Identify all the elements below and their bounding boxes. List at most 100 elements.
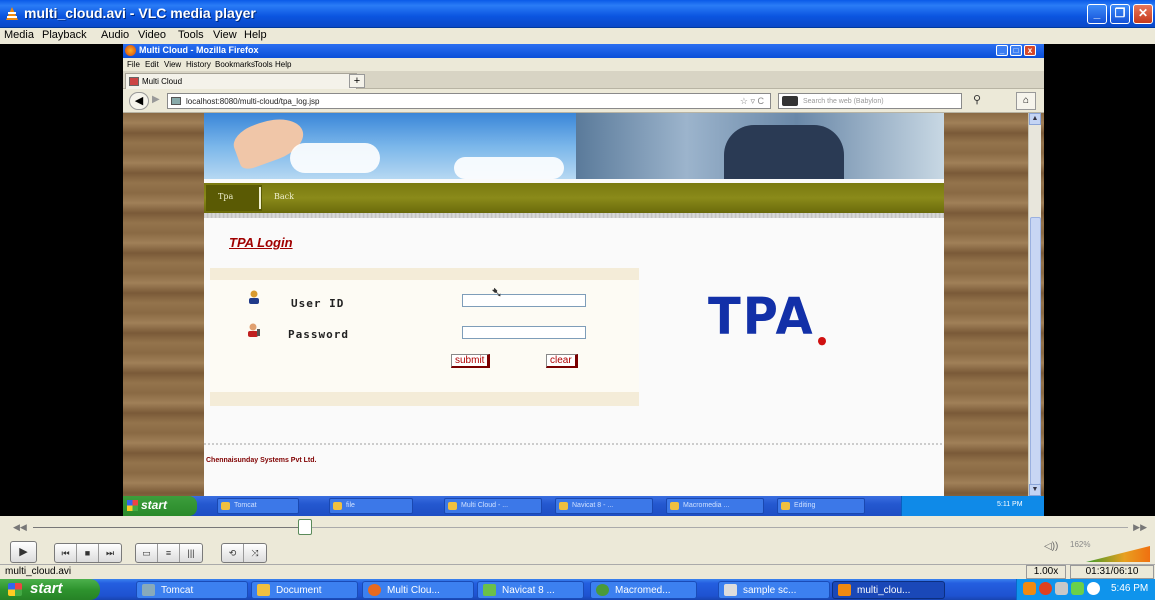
extended-settings-button[interactable]: |||	[180, 544, 202, 562]
firefox-tab: Multi Cloud	[125, 73, 357, 89]
inner-taskbar: start Tomcat file Multi Cloud - ... Navi…	[123, 496, 1044, 516]
playback-controls: ⏮ ■ ⏭	[54, 543, 122, 563]
previous-button[interactable]: ⏮	[55, 544, 77, 562]
seek-handle[interactable]	[297, 519, 312, 535]
vlc-cone-icon	[6, 7, 18, 20]
ff-menu-tools: Tools	[254, 60, 273, 69]
stop-button[interactable]: ■	[77, 544, 99, 562]
taskbar-item-sample[interactable]: sample sc...	[718, 581, 830, 599]
taskbar-item-vlc[interactable]: multi_clou...	[832, 581, 945, 599]
search-box: Search the web (Babylon)	[778, 93, 962, 109]
taskbar-item-document[interactable]: Document	[251, 581, 358, 599]
banner-cloud	[290, 143, 380, 173]
taskbar-item-label: Document	[276, 585, 322, 596]
inner-start-button: start	[123, 496, 197, 516]
search-tray-icon[interactable]	[1087, 582, 1100, 595]
loop-controls: ⟲ ⤨	[221, 543, 267, 563]
star-icon: ☆ ▿ C	[739, 96, 764, 106]
footer-text: Chennaisunday Systems Pvt Ltd.	[206, 457, 317, 464]
taskbar-item-navicat[interactable]: Navicat 8 ...	[477, 581, 584, 599]
fullscreen-button[interactable]: ▭	[136, 544, 158, 562]
status-filename: multi_cloud.avi	[5, 566, 72, 577]
clear-button[interactable]: clear	[546, 354, 578, 368]
sync-tray-icon[interactable]	[1071, 582, 1084, 595]
menu-tools[interactable]: Tools	[178, 29, 204, 41]
video-area[interactable]: Multi Cloud - Mozilla Firefox _ □ x File E…	[0, 44, 1155, 516]
video-frame: Multi Cloud - Mozilla Firefox _ □ x File E…	[123, 44, 1044, 516]
firefox-title-bar: Multi Cloud - Mozilla Firefox _ □ x	[123, 44, 1044, 58]
seek-forward-icon[interactable]: ▶▶	[1133, 522, 1147, 533]
maximize-button[interactable]: ❐	[1110, 4, 1130, 24]
taskbar-item-label: Navicat 8 ...	[502, 585, 555, 596]
password-user-icon	[248, 323, 260, 337]
vlc-tray-icon[interactable]	[1023, 582, 1036, 595]
start-button[interactable]: start	[0, 579, 100, 600]
next-button[interactable]: ⏭	[99, 544, 121, 562]
logo-dot	[818, 336, 826, 346]
user-icon	[249, 290, 259, 304]
navicat-icon	[483, 584, 496, 596]
playlist-button[interactable]: ≡	[158, 544, 180, 562]
search-magnifier-icon: ⚲	[973, 94, 982, 106]
menu-help[interactable]: Help	[244, 29, 267, 41]
ff-menu-view: View	[164, 60, 182, 69]
security-tray-icon[interactable]	[1039, 582, 1052, 595]
taskbar-item-tomcat[interactable]: Tomcat	[136, 581, 248, 599]
tray-icons	[1023, 582, 1100, 595]
playback-time[interactable]: 01:31/06:10	[1070, 565, 1154, 579]
speaker-icon[interactable]: ◁))	[1044, 541, 1058, 552]
vlc-title-bar[interactable]: multi_cloud.avi - VLC media player _ ❐ ✕	[0, 0, 1155, 28]
firefox-menu-bar: File Edit View History Bookmarks Tools H…	[123, 58, 1044, 71]
site-nav-bar: Tpa Back	[204, 183, 944, 213]
firefox-minimize-icon: _	[996, 45, 1008, 56]
inner-tray-clock: 5:11 PM	[901, 496, 1044, 516]
inner-task: Multi Cloud - ...	[444, 498, 542, 514]
password-input[interactable]	[462, 326, 586, 339]
divider-stripe	[204, 213, 944, 218]
nav-item-back[interactable]: Back	[274, 192, 294, 201]
firefox-nav-bar: ◀ ▶ localhost:8080/multi-cloud/tpa_log.j…	[123, 89, 1044, 113]
page-title: TPA Login	[229, 235, 293, 250]
vlc-menu-bar: Media Playback Audio Video Tools View He…	[0, 28, 1155, 44]
minimize-button[interactable]: _	[1087, 4, 1107, 24]
network-tray-icon[interactable]	[1055, 582, 1068, 595]
firefox-maximize-icon: □	[1010, 45, 1022, 56]
url-text: localhost:8080/multi-cloud/tpa_log.jsp	[186, 97, 320, 106]
playback-rate[interactable]: 1.00x	[1026, 565, 1066, 579]
web-page-viewport: Tpa Back TPA Login User ID Password subm…	[123, 113, 1044, 496]
form-top-band	[210, 268, 639, 280]
nav-separator	[259, 187, 261, 209]
shuffle-button[interactable]: ⤨	[244, 544, 266, 562]
firefox-icon	[125, 45, 136, 56]
taskbar-item-firefox[interactable]: Multi Clou...	[362, 581, 474, 599]
firefox-title: Multi Cloud - Mozilla Firefox	[139, 45, 259, 55]
inner-task: file	[329, 498, 413, 514]
menu-video[interactable]: Video	[138, 29, 166, 41]
submit-button[interactable]: submit	[451, 354, 491, 368]
taskbar-item-label: multi_clou...	[857, 585, 911, 596]
scroll-thumb	[1030, 217, 1041, 485]
menu-media[interactable]: Media	[4, 29, 34, 41]
seek-fill	[33, 527, 305, 528]
menu-audio[interactable]: Audio	[101, 29, 129, 41]
loop-button[interactable]: ⟲	[222, 544, 244, 562]
seek-back-icon[interactable]: ◀◀	[13, 522, 27, 533]
menu-view[interactable]: View	[213, 29, 237, 41]
inner-task: Editing	[777, 498, 865, 514]
firefox-window-buttons: _ □ x	[994, 45, 1036, 56]
play-button[interactable]: ▶	[10, 541, 37, 563]
view-controls: ▭ ≡ |||	[135, 543, 203, 563]
seek-bar[interactable]	[33, 527, 1128, 528]
vlc-window: multi_cloud.avi - VLC media player _ ❐ ✕…	[0, 0, 1155, 600]
taskbar-item-label: Macromed...	[615, 585, 671, 596]
nav-item-tpa[interactable]: Tpa	[218, 192, 233, 201]
menu-playback[interactable]: Playback	[42, 29, 87, 41]
vlc-status-bar: multi_cloud.avi 1.00x 01:31/06:10	[0, 564, 1155, 579]
taskbar-item-macromedia[interactable]: Macromed...	[590, 581, 697, 599]
ff-menu-help: Help	[275, 60, 292, 69]
user-id-input[interactable]	[462, 294, 586, 307]
volume-slider[interactable]	[1086, 546, 1150, 562]
page-favicon	[171, 97, 181, 105]
taskbar-item-label: Tomcat	[161, 585, 194, 596]
close-button[interactable]: ✕	[1133, 4, 1153, 24]
